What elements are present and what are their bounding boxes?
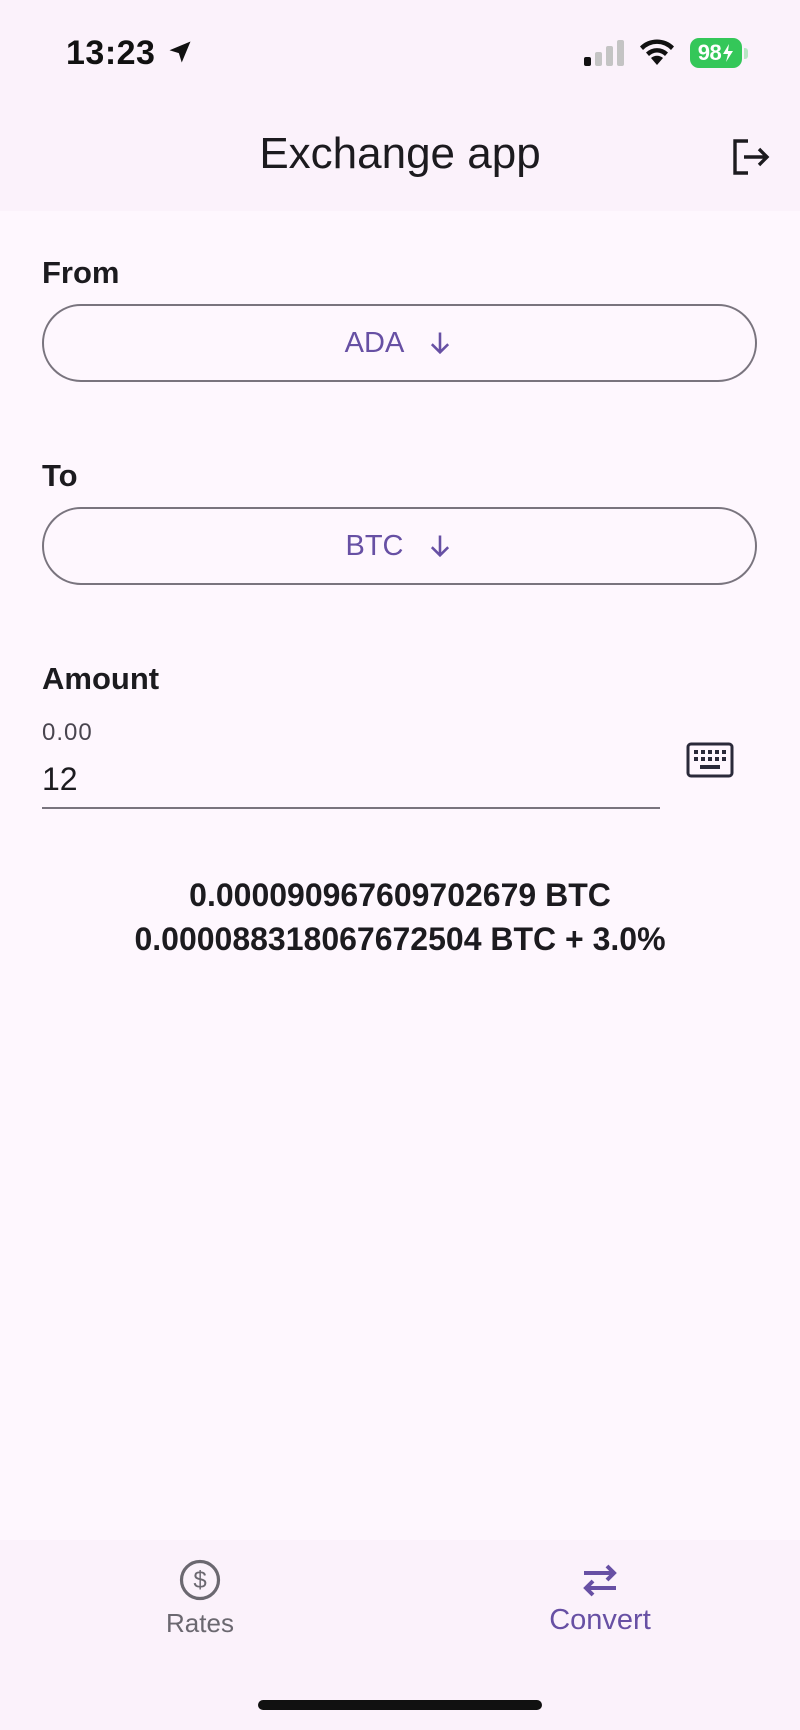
- amount-label: Amount: [42, 661, 160, 696]
- from-label: From: [42, 255, 120, 290]
- battery-tip: [744, 48, 748, 59]
- location-arrow-icon: [166, 38, 194, 71]
- swap-arrows-icon: [583, 1564, 617, 1597]
- logout-button[interactable]: [726, 133, 774, 181]
- result-amount: 0.000090967609702679 BTC: [189, 877, 611, 913]
- to-currency-value: BTC: [345, 529, 404, 562]
- keyboard-toggle-button[interactable]: [686, 741, 734, 781]
- nav-item-convert[interactable]: Convert: [480, 1558, 720, 1637]
- battery-icon: 98: [690, 38, 742, 68]
- keyboard-icon: [686, 742, 734, 778]
- page-title: Exchange app: [259, 129, 541, 178]
- status-time: 13:23: [66, 34, 156, 72]
- arrow-down-icon: [426, 532, 454, 560]
- nav-item-rates[interactable]: $ Rates: [80, 1558, 320, 1639]
- battery-level: 98: [697, 40, 722, 65]
- nav-label-rates: Rates: [166, 1608, 234, 1638]
- to-currency-button[interactable]: BTC: [42, 507, 757, 585]
- dollar-circle-icon: $: [179, 1559, 221, 1601]
- nav-label-convert: Convert: [549, 1604, 651, 1636]
- status-bar: 13:23 98: [0, 0, 800, 105]
- home-indicator: [258, 1700, 542, 1710]
- amount-hint: 0.00: [42, 719, 93, 746]
- app-bar: Exchange app: [0, 105, 800, 211]
- from-currency-button[interactable]: ADA: [42, 304, 757, 382]
- amount-input[interactable]: [42, 751, 660, 809]
- to-label: To: [42, 458, 78, 493]
- logout-icon: [733, 139, 770, 175]
- result-amount-with-fee: 0.000088318067672504 BTC + 3.0%: [134, 921, 666, 957]
- arrow-down-icon: [426, 329, 454, 357]
- cell-signal-icon: [584, 40, 626, 71]
- svg-text:$: $: [193, 1567, 206, 1594]
- wifi-icon: [638, 38, 676, 71]
- from-currency-value: ADA: [344, 326, 405, 359]
